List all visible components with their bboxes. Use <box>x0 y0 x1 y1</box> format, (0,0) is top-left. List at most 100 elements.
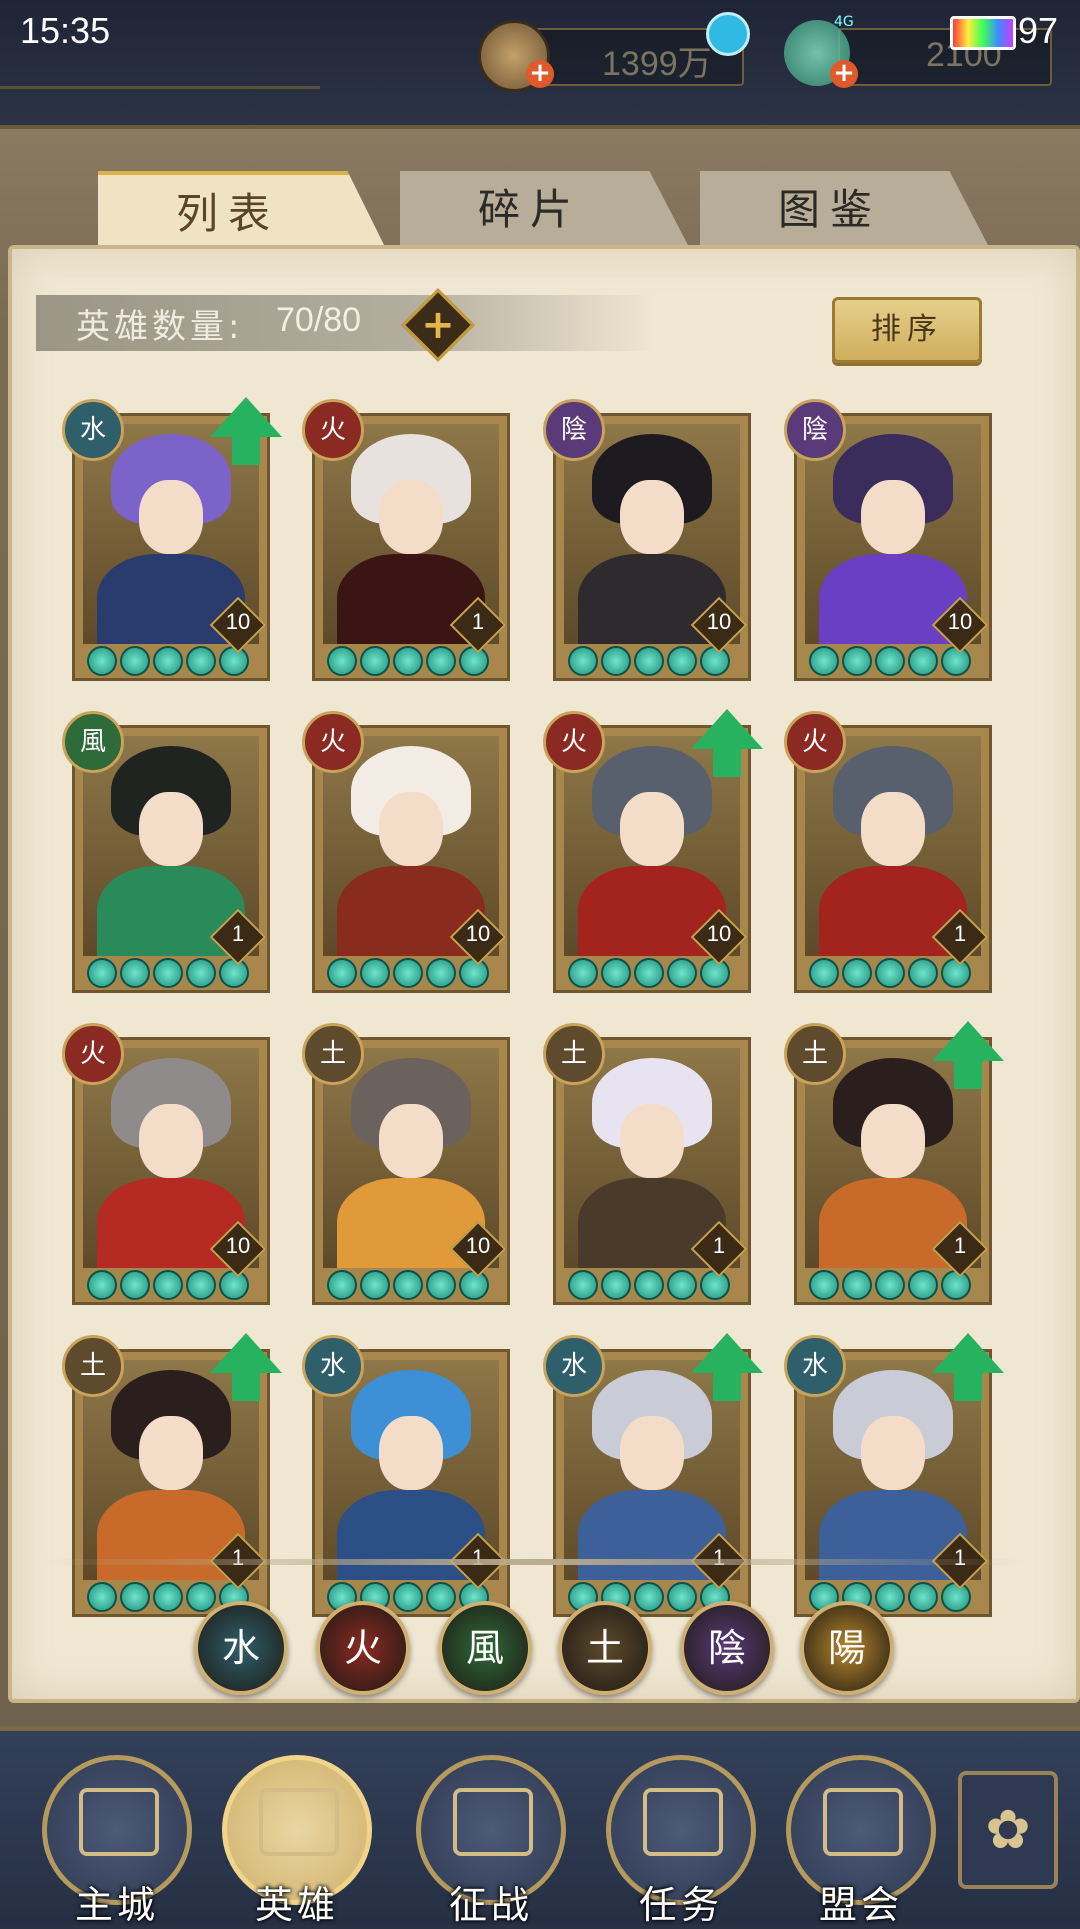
add-jade-button[interactable]: + <box>830 60 858 88</box>
star-icon <box>634 1582 664 1612</box>
hero-level: 1 <box>712 1545 726 1570</box>
star-icon <box>426 646 456 676</box>
upgrade-arrow-icon <box>691 1333 763 1401</box>
hero-level-badge: 10 <box>690 908 748 966</box>
star-icon <box>87 646 117 676</box>
network-type: 4G <box>834 14 854 30</box>
hero-level-badge: 10 <box>449 908 507 966</box>
star-icon <box>153 646 183 676</box>
hero-face <box>139 480 203 554</box>
element-filter-button[interactable]: 風 <box>438 1601 532 1695</box>
hero-card[interactable]: 1火 <box>784 711 992 993</box>
hero-level: 1 <box>712 1233 726 1258</box>
grid-divider <box>40 1559 1030 1565</box>
upgrade-arrow-icon <box>932 1021 1004 1089</box>
hero-level-badge: 1 <box>209 908 267 966</box>
star-icon <box>568 646 598 676</box>
tab-codex-label: 图鉴 <box>777 185 882 234</box>
hero-card[interactable]: 1水 <box>302 1335 510 1617</box>
hero-level: 10 <box>465 921 491 946</box>
star-icon <box>459 1270 489 1300</box>
star-icon <box>667 958 697 988</box>
nav-item-label: 英雄 <box>254 1883 339 1927</box>
element-filter-button[interactable]: 陰 <box>680 1601 774 1695</box>
nav-item[interactable]: 英雄 <box>222 1755 372 1927</box>
star-icon <box>700 958 730 988</box>
hero-level: 1 <box>231 1545 245 1570</box>
element-filter-button[interactable]: 陽 <box>800 1601 894 1695</box>
hero-card[interactable]: 1水 <box>543 1333 763 1617</box>
hero-stars <box>87 646 257 676</box>
star-icon <box>875 1270 905 1300</box>
sort-button[interactable]: 排序 <box>832 297 982 363</box>
hero-card[interactable]: 1水 <box>784 1333 1004 1617</box>
hero-level-badge: 10 <box>690 596 748 654</box>
add-coins-button[interactable]: + <box>526 60 554 88</box>
star-icon <box>120 1270 150 1300</box>
element-filter-button[interactable]: 水 <box>194 1601 288 1695</box>
star-icon <box>875 646 905 676</box>
hero-level-badge: 1 <box>690 1220 748 1278</box>
star-icon <box>700 1270 730 1300</box>
hero-level-badge: 1 <box>931 1220 989 1278</box>
tab-list[interactable]: 列表 <box>98 171 388 253</box>
hero-stars <box>327 958 497 988</box>
battery-icon <box>950 16 1016 50</box>
tab-fragments[interactable]: 碎片 <box>400 171 690 249</box>
hero-level-badge: 10 <box>209 1220 267 1278</box>
nav-item-label: 主城 <box>74 1883 159 1927</box>
hero-card[interactable]: 1土 <box>784 1021 1004 1305</box>
star-icon <box>667 646 697 676</box>
hero-face <box>620 1416 684 1490</box>
hero-card[interactable]: 10 陰 <box>543 399 751 681</box>
element-filter-button[interactable]: 火 <box>316 1601 410 1695</box>
tab-fragments-label: 碎片 <box>477 185 582 234</box>
nav-item[interactable]: 任务 <box>606 1755 756 1927</box>
more-menu-button[interactable]: ✿ <box>958 1771 1058 1889</box>
nav-item[interactable]: 征战 <box>416 1755 566 1927</box>
hero-level-badge: 10 <box>931 596 989 654</box>
star-icon <box>219 646 249 676</box>
hero-stars <box>809 646 979 676</box>
hero-card[interactable]: 10 火 <box>543 709 763 993</box>
hero-face <box>139 1104 203 1178</box>
hero-level: 1 <box>231 921 245 946</box>
upgrade-arrow-icon <box>691 709 763 777</box>
element-badge: 火 <box>62 1023 124 1085</box>
hero-grid-viewport[interactable]: 10 水 1 火 10 陰 10 陰 1 風 10 火 10 火 1 火 10 火 10 土 1 土 1 土 1 土 1 水 1 水 1 水 <box>40 393 1030 1693</box>
nav-item-label: 任务 <box>638 1883 723 1927</box>
star-icon <box>87 1270 117 1300</box>
tab-list-label: 列表 <box>175 189 280 238</box>
hero-card[interactable]: 1土 <box>543 1023 751 1305</box>
star-icon <box>426 958 456 988</box>
hero-level: 1 <box>953 1233 967 1258</box>
hero-card[interactable]: 10 火 <box>302 711 510 993</box>
hero-card[interactable]: 10 土 <box>302 1023 510 1305</box>
element-badge: 火 <box>784 711 846 773</box>
nav-item-label: 征战 <box>448 1883 533 1927</box>
hero-card[interactable]: 1火 <box>302 399 510 681</box>
tab-codex[interactable]: 图鉴 <box>700 171 990 249</box>
upgrade-arrow-icon <box>210 1333 282 1401</box>
element-badge: 土 <box>784 1023 846 1085</box>
nav-item[interactable]: 盟会 <box>786 1755 936 1927</box>
hero-card[interactable]: 10 水 <box>62 397 282 681</box>
hero-card[interactable]: 10 火 <box>62 1023 270 1305</box>
hero-level-badge: 10 <box>449 1220 507 1278</box>
hero-count-value: 70/80 <box>276 301 362 339</box>
hero-card[interactable]: 10 陰 <box>784 399 992 681</box>
hero-card[interactable]: 1土 <box>62 1333 282 1617</box>
star-icon <box>842 958 872 988</box>
element-badge: 風 <box>62 711 124 773</box>
star-icon <box>809 958 839 988</box>
hero-level: 1 <box>953 921 967 946</box>
nav-item[interactable]: 主城 <box>42 1755 192 1927</box>
hero-face <box>620 792 684 866</box>
element-badge: 土 <box>302 1023 364 1085</box>
element-filter-button[interactable]: 土 <box>558 1601 652 1695</box>
hero-card[interactable]: 1風 <box>62 711 270 993</box>
star-icon <box>634 958 664 988</box>
star-icon <box>186 958 216 988</box>
signal-icon: 4G <box>770 14 910 50</box>
hero-count-label: 英雄数量: <box>76 307 244 347</box>
